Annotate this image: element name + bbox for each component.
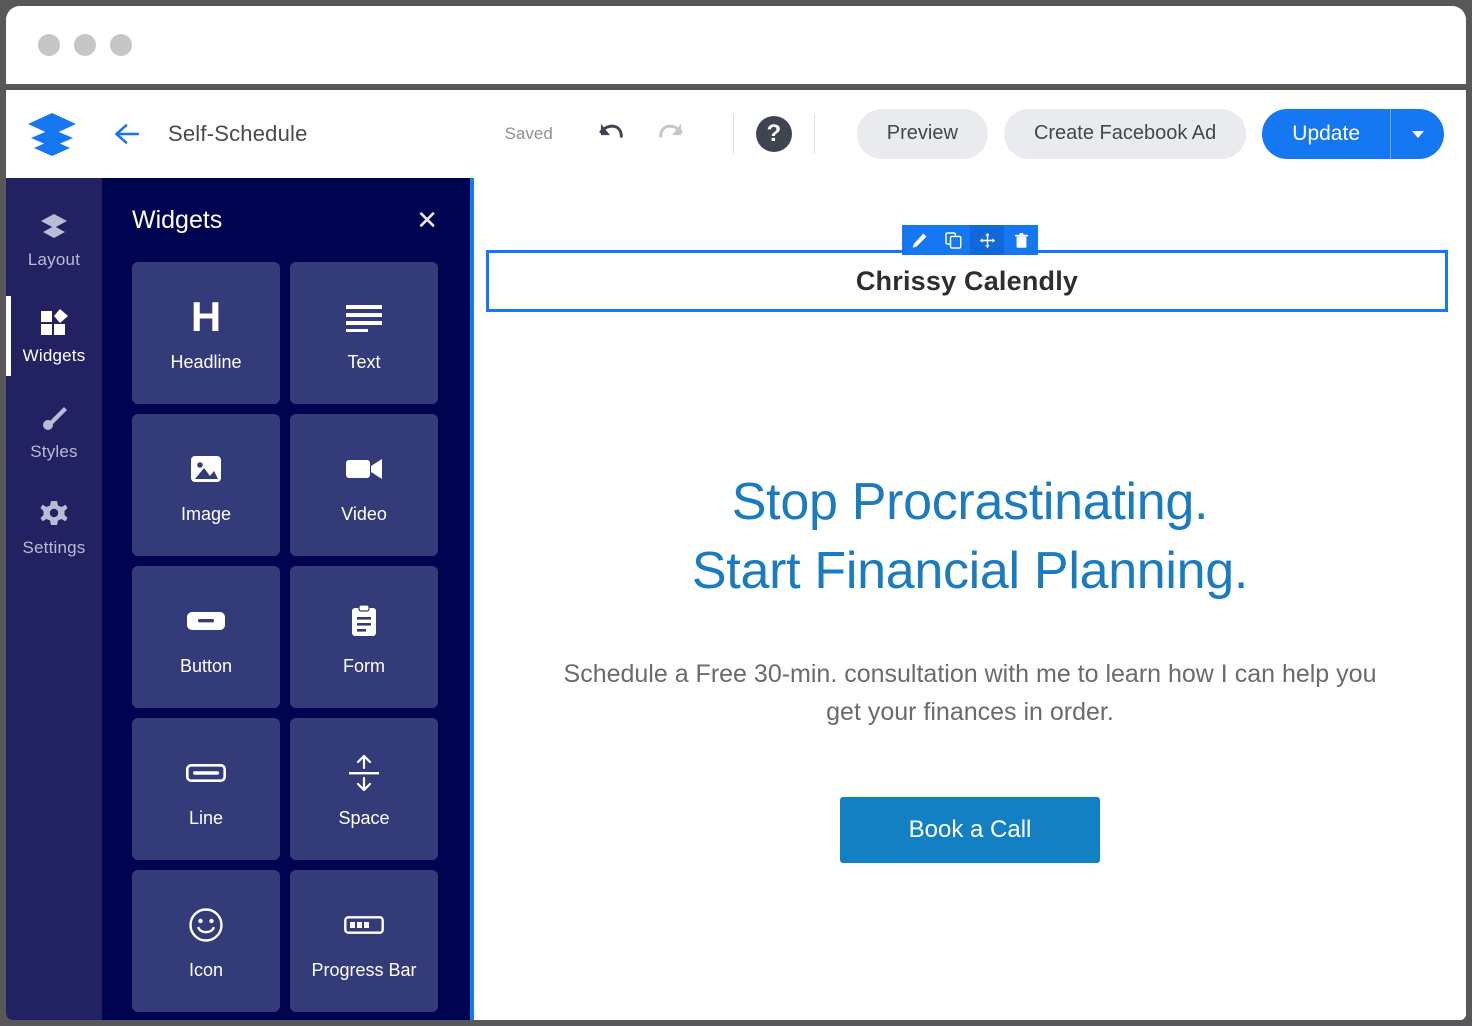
maximize-dot[interactable] xyxy=(110,34,132,56)
app-toolbar: Self-Schedule Saved ? Preview Create Fac… xyxy=(6,90,1466,178)
hero-block: Stop Procrastinating. Start Financial Pl… xyxy=(474,468,1466,864)
undo-button[interactable] xyxy=(587,111,633,157)
redo-button[interactable] xyxy=(649,111,695,157)
sidebar-item-settings[interactable]: Settings xyxy=(6,480,102,576)
minimize-dot[interactable] xyxy=(74,34,96,56)
update-button-group: Update xyxy=(1262,108,1444,159)
widget-tile-headline[interactable]: H Headline xyxy=(132,262,280,404)
help-button[interactable]: ? xyxy=(755,115,792,152)
vertical-arrows-icon xyxy=(347,750,381,796)
hero-headline-line-1: Stop Procrastinating. xyxy=(731,473,1209,531)
widget-tile-icon[interactable]: Icon xyxy=(132,870,280,1012)
duplicate-icon xyxy=(944,231,961,249)
layers-logo-icon[interactable] xyxy=(26,111,78,157)
delete-element-button[interactable] xyxy=(1004,225,1038,255)
gear-icon xyxy=(39,498,69,530)
selected-headline-widget[interactable]: Chrissy Calendly xyxy=(486,250,1448,312)
sidebar-item-layout[interactable]: Layout xyxy=(6,192,102,288)
left-rail: Layout Widgets Styles Settings xyxy=(6,178,102,1020)
button-icon xyxy=(186,598,226,644)
widget-tile-label: Form xyxy=(343,655,385,676)
arrow-left-icon xyxy=(115,123,140,144)
page-title: Self-Schedule xyxy=(168,120,308,146)
editor-body: Layout Widgets Styles Settings Widgets ✕… xyxy=(6,178,1466,1020)
widget-tile-progress-bar[interactable]: Progress Bar xyxy=(290,870,438,1012)
move-arrows-icon xyxy=(979,232,995,248)
widget-tile-button[interactable]: Button xyxy=(132,566,280,708)
widget-tile-form[interactable]: Form xyxy=(290,566,438,708)
smiley-face-icon xyxy=(188,902,224,948)
selected-headline-text: Chrissy Calendly xyxy=(855,265,1079,296)
chevron-down-icon xyxy=(1411,130,1424,138)
sidebar-item-widgets[interactable]: Widgets xyxy=(6,288,102,384)
back-button[interactable] xyxy=(102,111,148,157)
update-button[interactable]: Update xyxy=(1262,108,1390,159)
widget-tile-label: Text xyxy=(347,351,381,372)
brush-icon xyxy=(39,402,69,434)
widget-tile-space[interactable]: Space xyxy=(290,718,438,860)
update-dropdown-button[interactable] xyxy=(1390,108,1444,159)
widget-tile-video[interactable]: Video xyxy=(290,414,438,556)
element-toolbar xyxy=(902,225,1038,255)
widget-tile-text[interactable]: Text xyxy=(290,262,438,404)
widgets-panel-header: Widgets ✕ xyxy=(102,178,470,262)
video-camera-icon xyxy=(344,446,384,492)
layers-icon xyxy=(39,210,69,242)
sidebar-item-label: Widgets xyxy=(22,346,86,365)
toolbar-divider-2 xyxy=(813,113,815,154)
undo-icon xyxy=(599,123,623,138)
widget-tile-label: Space xyxy=(338,807,390,828)
book-a-call-button[interactable]: Book a Call xyxy=(840,797,1100,864)
edit-element-button[interactable] xyxy=(902,225,936,255)
grid-icon xyxy=(39,306,69,338)
widget-tile-label: Progress Bar xyxy=(311,959,417,980)
sidebar-item-label: Layout xyxy=(27,250,81,269)
widget-tile-line[interactable]: Line xyxy=(132,718,280,860)
preview-button[interactable]: Preview xyxy=(856,108,988,159)
image-icon xyxy=(189,446,223,492)
widget-tile-label: Video xyxy=(341,503,387,524)
widgets-grid: H Headline Text Image Video Button Form … xyxy=(102,262,470,1020)
widgets-panel: Widgets ✕ H Headline Text Image Video Bu… xyxy=(102,178,470,1020)
hero-subtext: Schedule a Free 30-min. consultation wit… xyxy=(563,660,1377,727)
progress-bar-icon xyxy=(344,902,384,948)
toolbar-divider-1 xyxy=(732,113,734,154)
widget-tile-label: Icon xyxy=(188,959,224,980)
sidebar-item-label: Styles xyxy=(30,442,78,461)
move-element-button[interactable] xyxy=(970,225,1004,255)
close-dot[interactable] xyxy=(38,34,60,56)
headline-h-icon: H xyxy=(190,292,222,340)
browser-window: Self-Schedule Saved ? Preview Create Fac… xyxy=(6,6,1466,1020)
widget-tile-label: Image xyxy=(180,503,232,524)
question-mark-icon: ? xyxy=(766,119,782,147)
widgets-panel-title: Widgets xyxy=(132,205,223,234)
redo-icon xyxy=(658,123,683,138)
browser-titlebar xyxy=(6,6,1466,90)
hero-headline-line-2: Start Financial Planning. xyxy=(691,541,1249,600)
trash-delete-icon xyxy=(1014,232,1028,248)
widget-tile-label: Button xyxy=(179,655,233,676)
widget-tile-label: Line xyxy=(188,807,224,828)
duplicate-element-button[interactable] xyxy=(936,225,970,255)
clipboard-form-icon xyxy=(350,598,378,644)
widget-tile-image[interactable]: Image xyxy=(132,414,280,556)
close-icon[interactable]: ✕ xyxy=(416,207,438,233)
widget-tile-label: Headline xyxy=(170,351,242,372)
sidebar-item-styles[interactable]: Styles xyxy=(6,384,102,480)
text-lines-icon xyxy=(344,294,384,340)
page-canvas[interactable]: Chrissy Calendly Stop Procrastinating. S… xyxy=(470,178,1466,1020)
pencil-edit-icon xyxy=(912,233,926,248)
saved-status: Saved xyxy=(504,123,553,143)
create-facebook-ad-button[interactable]: Create Facebook Ad xyxy=(1003,108,1247,159)
sidebar-item-label: Settings xyxy=(22,538,86,557)
line-icon xyxy=(186,750,226,796)
